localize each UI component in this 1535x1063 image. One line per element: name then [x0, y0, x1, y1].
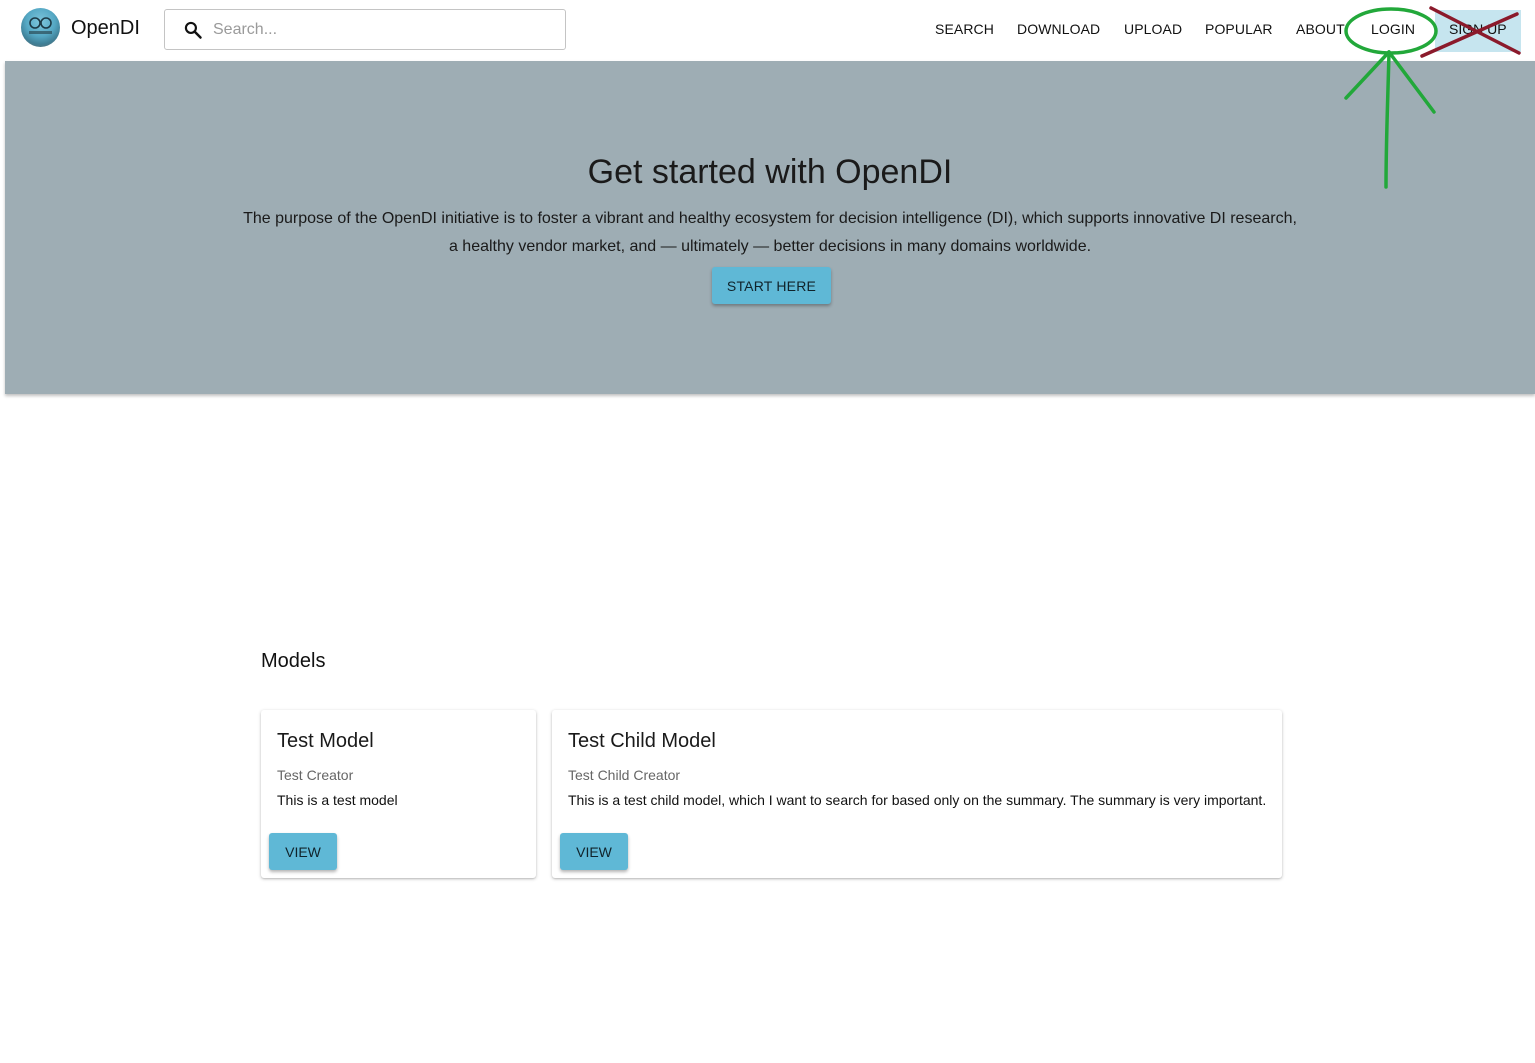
brand-name[interactable]: OpenDI [71, 17, 140, 40]
view-button[interactable]: VIEW [269, 833, 337, 870]
opendi-logo-icon[interactable] [21, 8, 60, 47]
model-creator: Test Creator [277, 767, 354, 783]
signup-label: SIGN UP [1449, 21, 1507, 37]
nav-about[interactable]: ABOUT [1296, 21, 1345, 37]
nav-search[interactable]: SEARCH [935, 21, 994, 37]
start-here-button[interactable]: START HERE [712, 267, 831, 304]
nav-popular[interactable]: POPULAR [1205, 21, 1273, 37]
model-creator: Test Child Creator [568, 767, 681, 783]
view-button[interactable]: VIEW [560, 833, 628, 870]
search-icon [184, 21, 202, 39]
models-section-title: Models [261, 650, 326, 672]
search-box[interactable] [164, 9, 566, 50]
hero-banner: Get started with OpenDI The purpose of t… [5, 61, 1535, 394]
signup-button[interactable]: SIGN UP [1435, 10, 1521, 52]
model-summary: This is a test child model, which I want… [568, 792, 1267, 808]
nav-download[interactable]: DOWNLOAD [1017, 21, 1100, 37]
model-card: Test Child Model Test Child Creator This… [552, 710, 1282, 878]
hero-description-line-2: a healthy vendor market, and — ultimatel… [448, 238, 1092, 255]
nav-upload[interactable]: UPLOAD [1124, 21, 1182, 37]
model-title: Test Child Model [568, 730, 716, 752]
hero-description: The purpose of the OpenDI initiative is … [205, 205, 1335, 261]
model-title: Test Model [277, 730, 374, 752]
model-card: Test Model Test Creator This is a test m… [261, 710, 536, 878]
hero-title: Get started with OpenDI [587, 153, 953, 191]
search-input[interactable] [213, 19, 553, 41]
nav-login[interactable]: LOGIN [1371, 21, 1415, 37]
hero-description-line-1: The purpose of the OpenDI initiative is … [243, 210, 1297, 227]
model-summary: This is a test model [277, 792, 398, 808]
app-bar: OpenDI SEARCH DOWNLOAD UPLOAD POPULAR AB… [0, 0, 1535, 60]
